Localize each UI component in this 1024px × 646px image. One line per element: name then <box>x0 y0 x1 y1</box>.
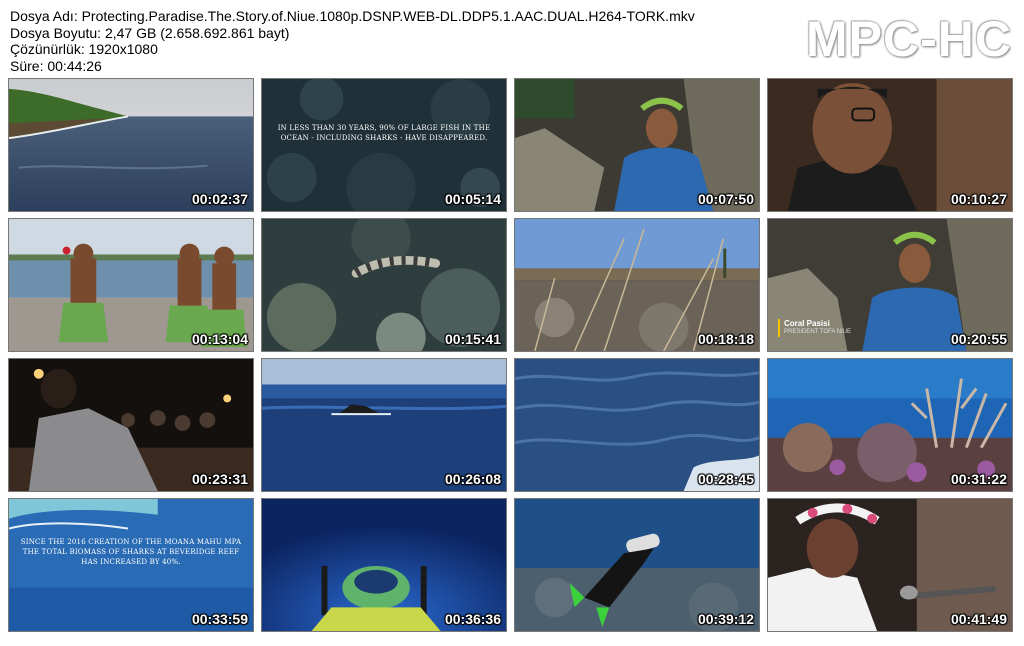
thumbnail-aerial-reef: SINCE THE 2016 CREATION OF THE MOANA MAH… <box>8 498 254 632</box>
timestamp: 00:15:41 <box>444 331 501 347</box>
thumbnail-grid: 00:02:37 IN LESS THAN 30 YEARS, 90% OF L… <box>8 78 1013 632</box>
timestamp: 00:36:36 <box>444 611 501 627</box>
file-size-line: Dosya Boyutu: 2,47 GB (2.658.692.861 bay… <box>10 24 290 41</box>
duration-line: Süre: 00:44:26 <box>10 57 102 74</box>
thumbnail-coastline: 00:02:37 <box>8 78 254 212</box>
timestamp: 00:23:31 <box>191 471 248 487</box>
timestamp: 00:02:37 <box>191 191 248 207</box>
aerial-caption: SINCE THE 2016 CREATION OF THE MOANA MAH… <box>20 538 242 566</box>
timestamp: 00:41:49 <box>950 611 1007 627</box>
file-info-panel: Dosya Adı: Protecting.Paradise.The.Story… <box>10 8 695 74</box>
resolution-line: Çözünürlük: 1920x1080 <box>10 41 158 57</box>
thumbnail-woman-microphone: 00:41:49 <box>767 498 1013 632</box>
person-role: PRESIDENT TOFA NIUE <box>784 329 852 335</box>
reef-caption: IN LESS THAN 30 YEARS, 90% OF LARGE FISH… <box>277 124 491 142</box>
thumbnail-woman-rocks: 00:07:50 <box>514 78 760 212</box>
thumbnail-reef-text: IN LESS THAN 30 YEARS, 90% OF LARGE FISH… <box>261 78 507 212</box>
timestamp: 00:13:04 <box>191 331 248 347</box>
thumbnail-diver: 00:39:12 <box>514 498 760 632</box>
timestamp: 00:33:59 <box>191 611 248 627</box>
thumbnail-man-glasses: 00:10:27 <box>767 78 1013 212</box>
thumbnail-dry-branches: 00:18:18 <box>514 218 760 352</box>
timestamp: 00:05:14 <box>444 191 501 207</box>
thumbnail-sea-snake: 00:15:41 <box>261 218 507 352</box>
timestamp: 00:39:12 <box>697 611 754 627</box>
mpc-hc-logo: MPC-HC <box>806 11 1012 67</box>
timestamp: 00:18:18 <box>697 331 754 347</box>
person-name: Coral Pasisi <box>784 319 830 328</box>
timestamp: 00:07:50 <box>697 191 754 207</box>
thumbnail-ocean-rock: 00:26:08 <box>261 358 507 492</box>
thumbnail-submersible: 00:36:36 <box>261 498 507 632</box>
timestamp: 00:31:22 <box>950 471 1007 487</box>
thumbnail-night-crowd: 00:23:31 <box>8 358 254 492</box>
thumbnail-woman-interview: Coral Pasisi PRESIDENT TOFA NIUE 00:20:5… <box>767 218 1013 352</box>
timestamp: 00:10:27 <box>950 191 1007 207</box>
thumbnail-ocean-waves: 00:28:45 <box>514 358 760 492</box>
file-name-line: Dosya Adı: Protecting.Paradise.The.Story… <box>10 8 695 24</box>
name-lower-third: Coral Pasisi PRESIDENT TOFA NIUE <box>778 319 851 337</box>
timestamp: 00:28:45 <box>697 471 754 487</box>
thumbnail-dancers: 00:13:04 <box>8 218 254 352</box>
timestamp: 00:26:08 <box>444 471 501 487</box>
timestamp: 00:20:55 <box>950 331 1007 347</box>
thumbnail-coral-reef: 00:31:22 <box>767 358 1013 492</box>
